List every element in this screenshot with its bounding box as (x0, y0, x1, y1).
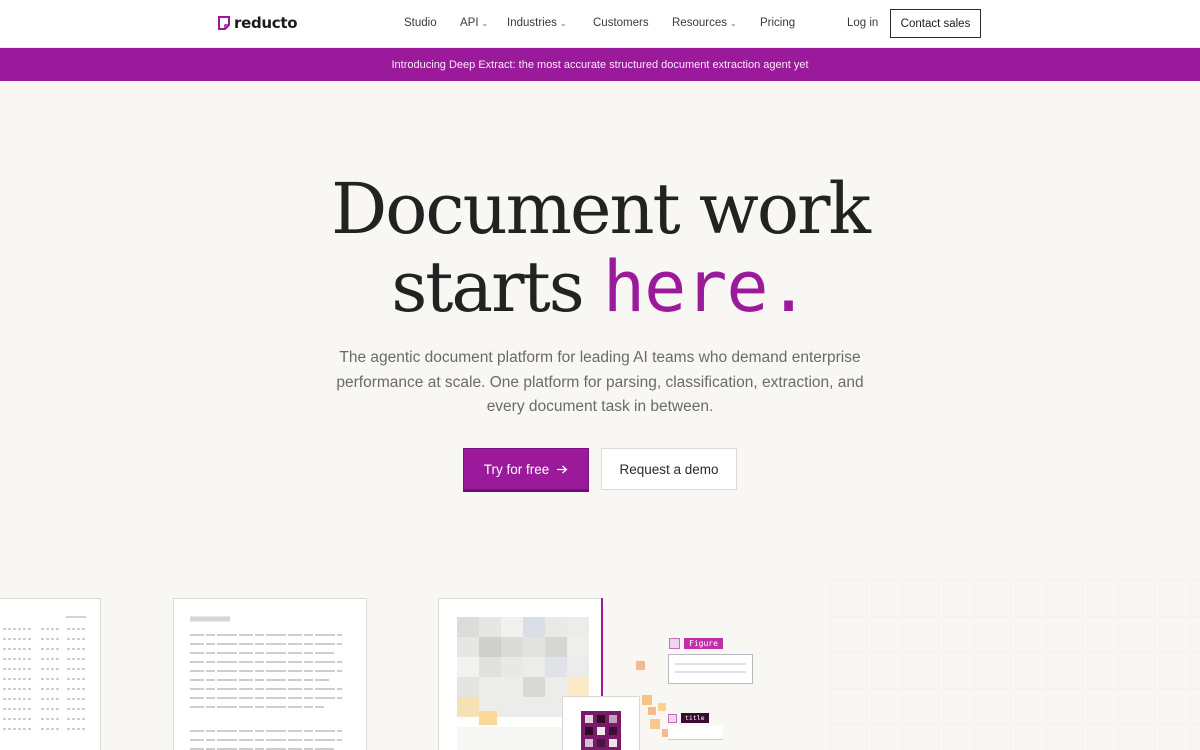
try-for-free-button[interactable]: Try for free (463, 448, 589, 490)
figure-label: Figure (669, 638, 723, 649)
arrow-right-icon (557, 462, 568, 477)
nav-item-label: Studio (404, 17, 437, 29)
title-label: title (668, 713, 709, 723)
figure-output-box (668, 654, 753, 684)
hero-subtitle: The agentic document platform for leadin… (336, 349, 864, 415)
nav-item-api[interactable]: API ⌄ (460, 17, 488, 29)
hero-title-line2: starts here. (391, 246, 810, 328)
nav-item-label: Resources (672, 17, 727, 29)
figure-marker-icon (669, 638, 680, 649)
logo-mosaic-icon (581, 711, 621, 750)
nav-item-industries[interactable]: Industries ⌄ (507, 17, 567, 29)
spreadsheet-lines (3, 616, 86, 730)
contact-sales-button[interactable]: Contact sales (890, 9, 981, 38)
nav-item-label: Industries (507, 17, 557, 29)
announcement-banner[interactable]: Introducing Deep Extract: the most accur… (0, 48, 1200, 81)
nav-item-studio[interactable]: Studio (404, 17, 437, 29)
brand-name: reducto (234, 14, 298, 32)
nav-item-customers[interactable]: Customers (593, 17, 649, 29)
request-demo-button[interactable]: Request a demo (601, 448, 737, 490)
hero-title-plain: starts (391, 246, 603, 328)
hero-title: Document work starts here. (0, 170, 1200, 326)
spreadsheet-document (0, 598, 101, 750)
title-marker-icon (668, 713, 677, 723)
figure-tag: Figure (684, 638, 723, 649)
background-grid (830, 580, 1200, 750)
nav-item-label: API (460, 17, 479, 29)
logo-card (562, 696, 640, 750)
chevron-down-icon: ⌄ (729, 18, 737, 28)
document-illustration: Figure title (0, 560, 1200, 750)
nav-item-pricing[interactable]: Pricing (760, 17, 795, 29)
top-navigation: reducto Studio API ⌄ Industries ⌄ Custom… (0, 0, 1200, 48)
reducto-logo-icon (218, 16, 230, 30)
title-output-box (668, 726, 723, 740)
nav-item-label: Customers (593, 17, 649, 29)
banner-text: Introducing Deep Extract: the most accur… (391, 58, 809, 71)
hero-title-line1: Document work (331, 168, 871, 250)
try-for-free-label: Try for free (483, 461, 550, 477)
login-link[interactable]: Log in (847, 17, 878, 29)
chevron-down-icon: ⌄ (481, 18, 489, 28)
nav-item-resources[interactable]: Resources ⌄ (672, 17, 737, 29)
title-tag: title (681, 713, 709, 723)
hero-title-accent: here. (602, 246, 810, 328)
brand-logo[interactable]: reducto (218, 14, 298, 32)
text-lines (190, 616, 342, 750)
login-label: Log in (847, 17, 879, 29)
nav-item-label: Pricing (760, 17, 796, 29)
chevron-down-icon: ⌄ (559, 18, 567, 28)
text-document (173, 598, 367, 750)
